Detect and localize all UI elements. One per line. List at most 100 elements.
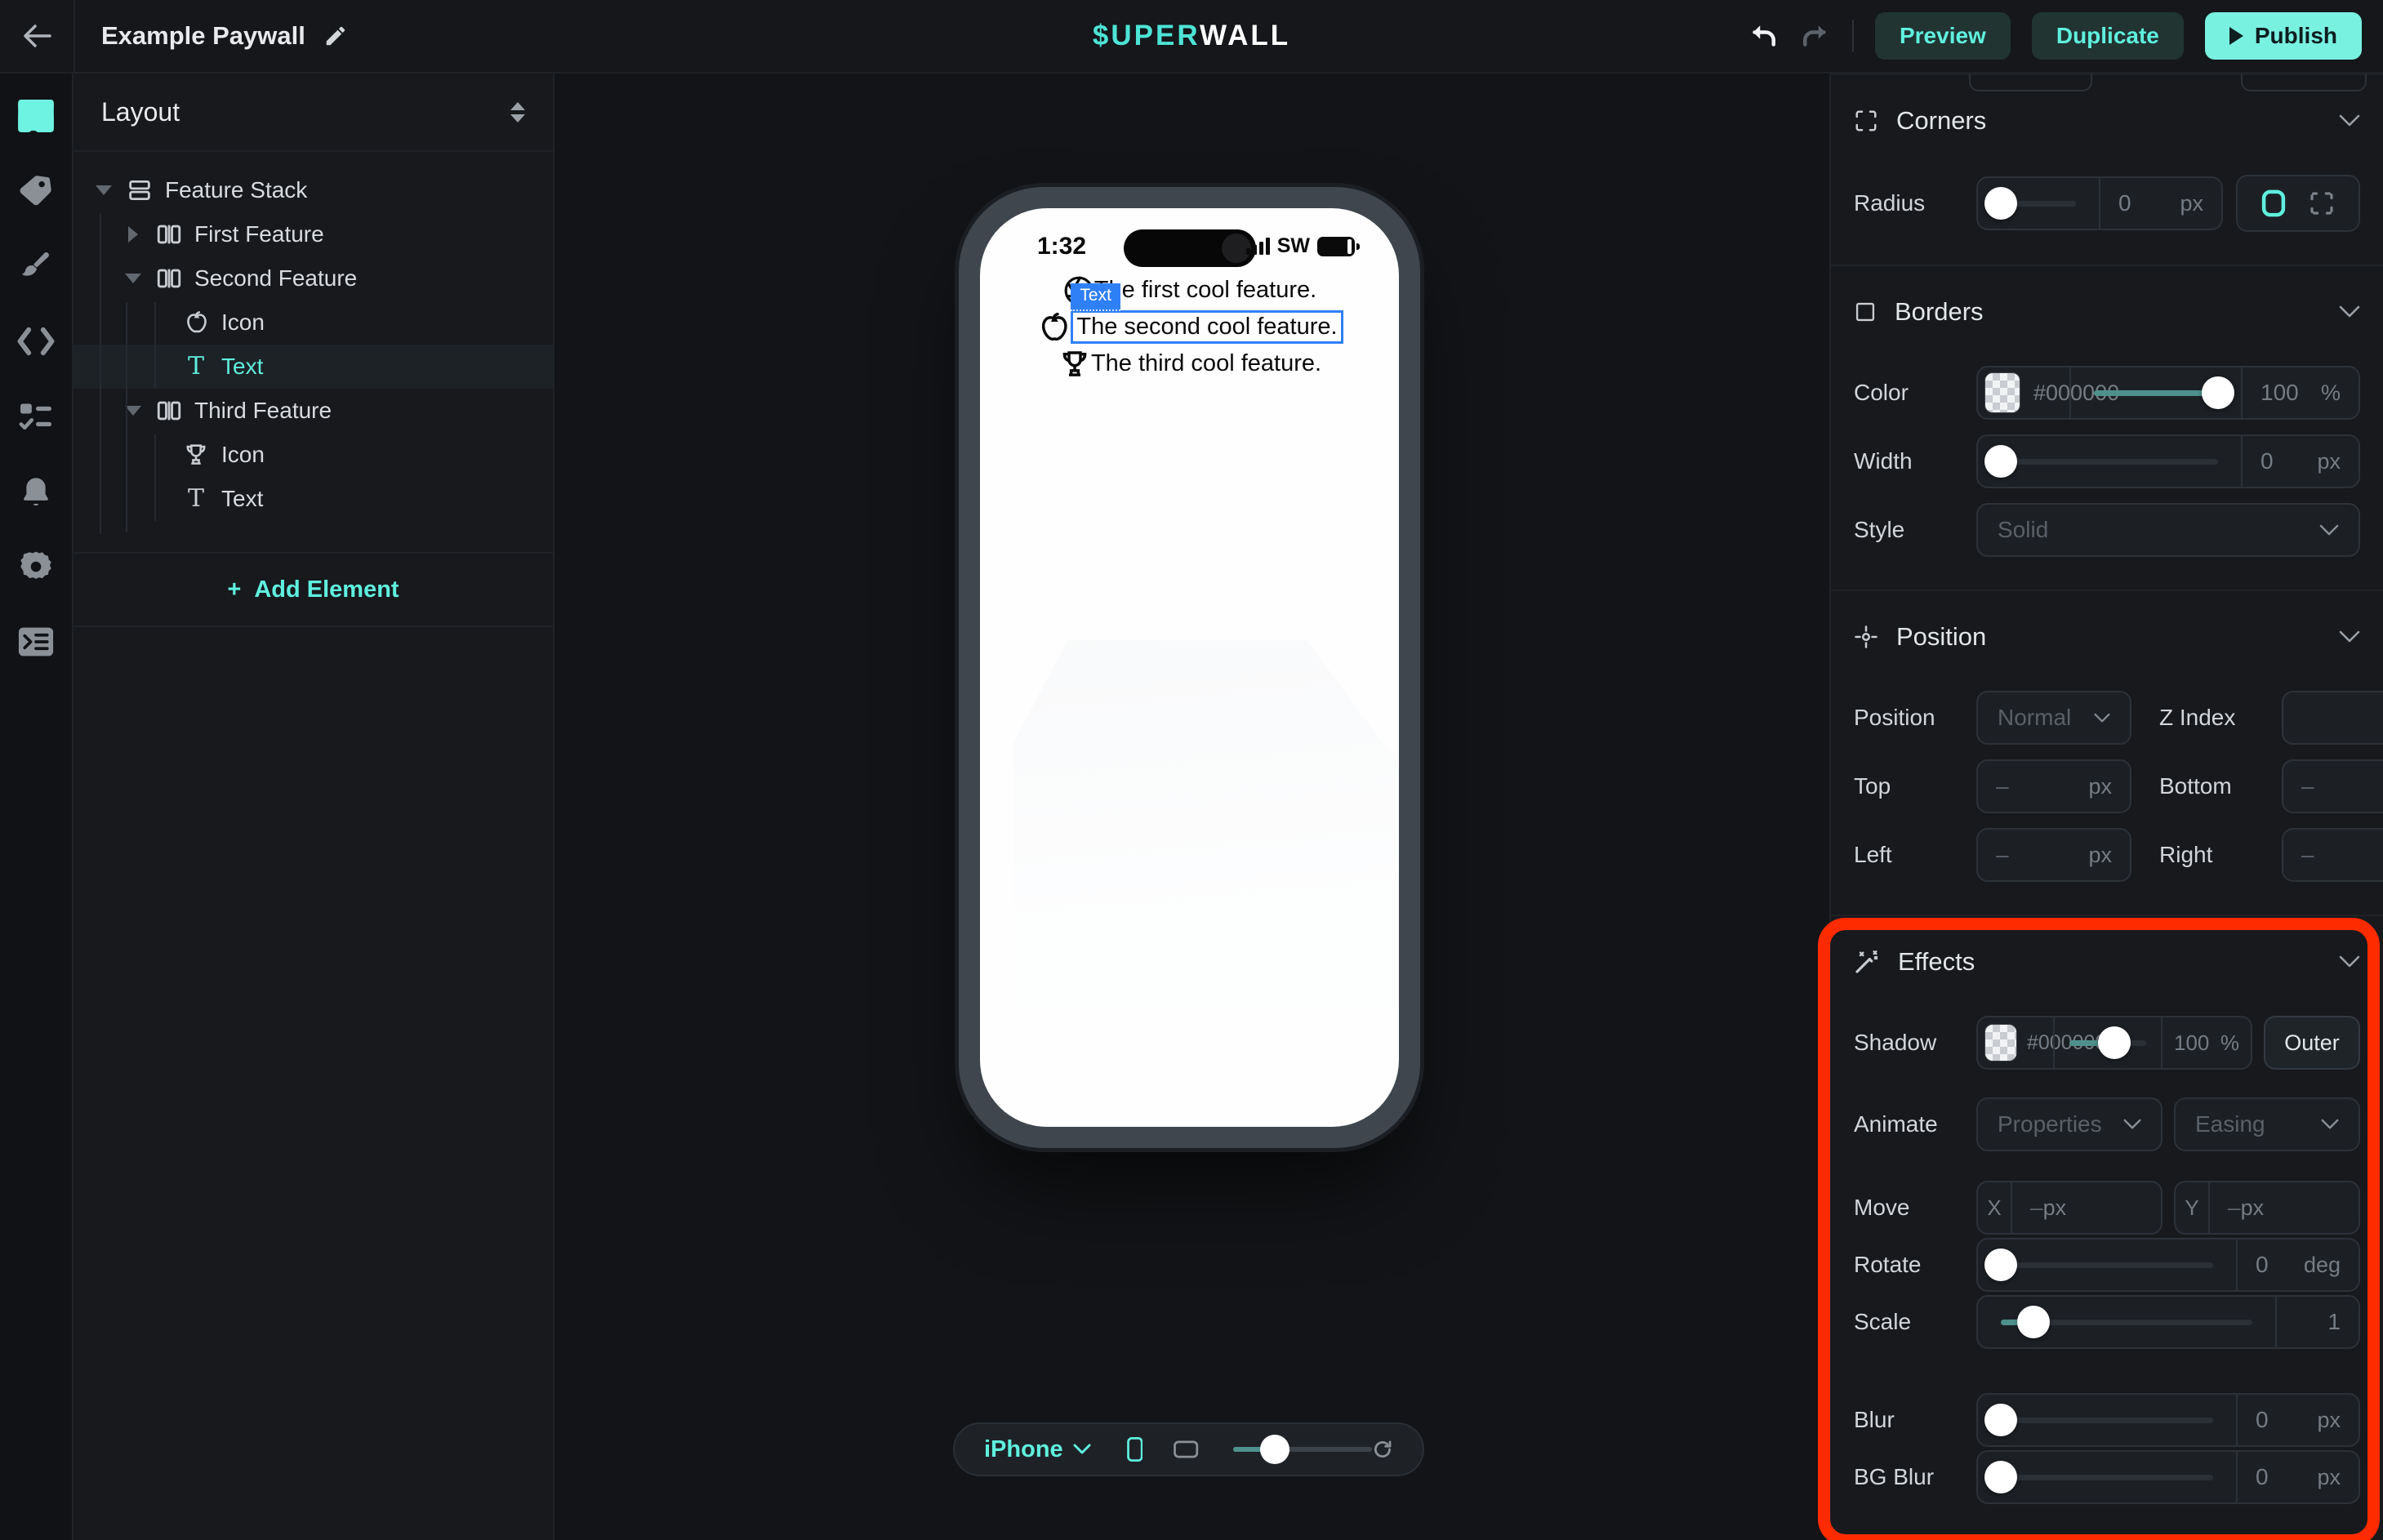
text-icon: T — [181, 487, 211, 511]
radius-slider[interactable] — [1978, 201, 2099, 207]
rotate-value-field[interactable]: 0deg — [2238, 1252, 2359, 1278]
tree-item-icon-trophy[interactable]: Icon — [73, 433, 553, 477]
sidebar-item-console[interactable] — [17, 624, 55, 660]
feature-row-2-selected[interactable]: Text The second cool feature. — [1036, 309, 1343, 345]
width-slider-handle[interactable] — [1984, 445, 2017, 478]
individual-corners-icon[interactable] — [2309, 190, 2335, 216]
tree-item-text-selected[interactable]: T Text — [73, 345, 553, 389]
uniform-radius-icon[interactable] — [2261, 189, 2286, 217]
corners-section: Corners Radius 0px — [1831, 75, 2383, 266]
selected-element-outline[interactable]: Text The second cool feature. — [1071, 310, 1343, 344]
caret-down-icon[interactable] — [96, 185, 112, 195]
sidebar-item-code[interactable] — [17, 323, 55, 359]
opacity-value-field[interactable]: 100% — [2243, 380, 2359, 406]
inspector-panel: Corners Radius 0px Borders — [1829, 73, 2383, 1540]
scale-value-field[interactable]: 1 — [2277, 1309, 2359, 1335]
chevron-down-icon[interactable] — [2339, 114, 2360, 127]
refresh-icon[interactable] — [1372, 1435, 1393, 1463]
zoom-slider[interactable] — [1233, 1447, 1373, 1452]
bg-blur-value-field[interactable]: 0px — [2238, 1464, 2359, 1490]
bell-icon — [19, 475, 53, 508]
position-select[interactable]: Normal — [1976, 691, 2131, 745]
caret-down-icon[interactable] — [125, 274, 141, 283]
chevron-down-icon[interactable] — [2339, 305, 2360, 318]
sidebar-item-notifications[interactable] — [17, 474, 55, 510]
blur-slider[interactable] — [1978, 1418, 2236, 1423]
animate-label: Animate — [1854, 1111, 1976, 1137]
border-style-select[interactable]: Solid — [1976, 503, 2360, 557]
portrait-mode-icon[interactable] — [1127, 1433, 1143, 1466]
layout-panel-title: Layout — [101, 97, 180, 127]
tree-item-icon-apple[interactable]: Icon — [73, 300, 553, 345]
color-hex-field[interactable]: #000000 — [2033, 381, 2069, 406]
animate-easing-select[interactable]: Easing — [2174, 1097, 2360, 1151]
bottom-field[interactable]: –px — [2282, 759, 2383, 813]
tree-item-text[interactable]: T Text — [73, 477, 553, 521]
preview-button[interactable]: Preview — [1875, 12, 2011, 60]
zindex-field[interactable] — [2282, 691, 2383, 745]
borders-icon — [1854, 300, 1877, 323]
sidebar-item-settings[interactable] — [17, 549, 55, 585]
tree-guide-line — [154, 302, 156, 389]
caret-right-icon[interactable] — [128, 226, 138, 243]
status-bar: 1:32 SW — [980, 223, 1399, 269]
shadow-opacity-slider[interactable] — [2055, 1040, 2161, 1046]
chevron-down-icon[interactable] — [2339, 955, 2360, 968]
publish-button[interactable]: Publish — [2205, 12, 2362, 60]
bg-blur-slider[interactable] — [1978, 1475, 2236, 1480]
blur-value-field[interactable]: 0px — [2238, 1407, 2359, 1433]
radius-value-field[interactable]: 0px — [2100, 190, 2221, 216]
back-button[interactable] — [0, 0, 75, 72]
tag-icon — [18, 175, 54, 207]
width-value-field[interactable]: 0px — [2243, 448, 2359, 474]
width-slider[interactable] — [1978, 459, 2241, 465]
sidebar-item-theme[interactable] — [17, 248, 55, 284]
chevron-down-icon[interactable] — [2339, 630, 2360, 643]
color-swatch[interactable] — [1984, 372, 2020, 413]
opacity-slider[interactable] — [2071, 390, 2241, 396]
rotate-slider[interactable] — [1978, 1262, 2236, 1268]
add-element-button[interactable]: + Add Element — [73, 552, 553, 627]
tree-item-second-feature[interactable]: Second Feature — [73, 256, 553, 300]
move-x-field[interactable]: X –px — [1976, 1181, 2163, 1235]
sidebar-item-products[interactable] — [17, 173, 55, 209]
caret-down-icon[interactable] — [125, 406, 141, 416]
redo-icon[interactable] — [1800, 21, 1831, 51]
opacity-slider-handle[interactable] — [2202, 376, 2234, 409]
gear-icon — [18, 550, 54, 584]
sidebar-item-layout[interactable] — [17, 98, 55, 134]
tree-item-feature-stack[interactable]: Feature Stack — [73, 168, 553, 212]
tree-item-third-feature[interactable]: Third Feature — [73, 389, 553, 433]
landscape-mode-icon[interactable] — [1174, 1438, 1198, 1461]
undo-icon[interactable] — [1748, 21, 1779, 51]
device-toolbar: iPhone — [953, 1422, 1424, 1476]
bg-blur-slider-handle[interactable] — [1984, 1461, 2017, 1493]
shadow-opacity-handle[interactable] — [2098, 1026, 2131, 1059]
top-field[interactable]: –px — [1976, 759, 2131, 813]
shadow-mode-button[interactable]: Outer — [2264, 1016, 2360, 1070]
scale-slider-handle[interactable] — [2017, 1306, 2050, 1338]
animate-properties-select[interactable]: Properties — [1976, 1097, 2163, 1151]
shadow-opacity-field[interactable]: 100% — [2163, 1030, 2251, 1056]
right-field[interactable]: –px — [2282, 828, 2383, 882]
icon-sidebar — [0, 73, 73, 1540]
edit-pencil-icon[interactable] — [323, 24, 348, 48]
play-icon — [2229, 27, 2243, 45]
left-field[interactable]: –px — [1976, 828, 2131, 882]
zoom-slider-handle[interactable] — [1260, 1435, 1289, 1464]
shadow-hex-field[interactable]: #000000 — [2027, 1031, 2053, 1055]
tree-item-first-feature[interactable]: First Feature — [73, 212, 553, 256]
blur-slider-handle[interactable] — [1984, 1404, 2017, 1436]
move-y-field[interactable]: Y –px — [2174, 1181, 2360, 1235]
scale-slider[interactable] — [1978, 1320, 2275, 1325]
duplicate-button[interactable]: Duplicate — [2032, 12, 2184, 60]
blur-control: 0px — [1976, 1393, 2360, 1447]
device-select[interactable]: iPhone — [984, 1436, 1091, 1463]
radius-slider-handle[interactable] — [1984, 187, 2017, 220]
sort-icon[interactable] — [510, 102, 525, 122]
sidebar-item-rules[interactable] — [17, 398, 55, 434]
rotate-slider-handle[interactable] — [1984, 1248, 2017, 1281]
feature-row-3[interactable]: The third cool feature. — [1058, 345, 1321, 382]
shadow-color-swatch[interactable] — [1984, 1024, 2017, 1062]
phone-screen[interactable]: 1:32 SW The first cool feature. — [980, 208, 1399, 1127]
